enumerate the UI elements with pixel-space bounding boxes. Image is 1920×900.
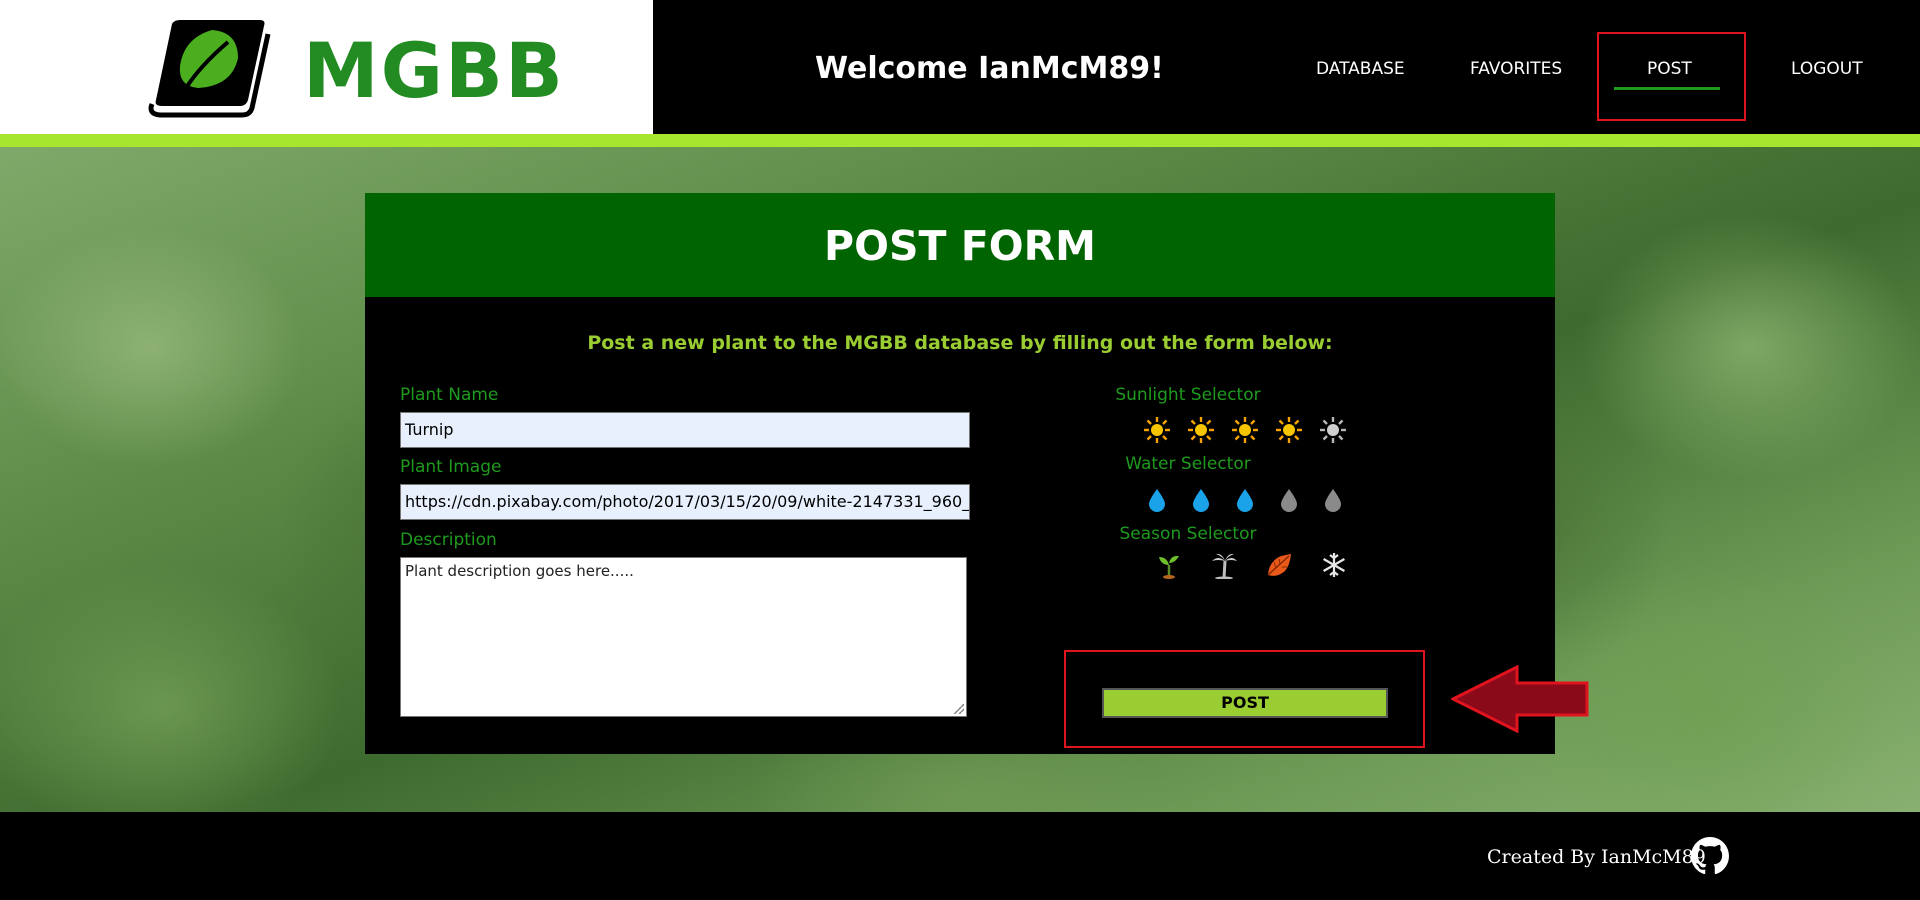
water-drop-icon-unselected[interactable]: [1267, 485, 1311, 515]
plant-image-input[interactable]: https://cdn.pixabay.com/photo/2017/03/15…: [400, 484, 970, 520]
post-button[interactable]: POST: [1102, 688, 1388, 718]
plant-image-label: Plant Image: [400, 457, 502, 477]
nav-database[interactable]: DATABASE: [1316, 58, 1405, 80]
description-text: Plant description goes here.....: [405, 562, 634, 580]
autumn-leaf-icon[interactable]: [1251, 550, 1306, 580]
sun-icon[interactable]: [1267, 415, 1311, 445]
nav-logout[interactable]: LOGOUT: [1791, 58, 1863, 80]
pointing-arrow-icon: [1451, 665, 1589, 733]
sunlight-selector: [1135, 415, 1355, 445]
description-textarea[interactable]: Plant description goes here.....: [400, 557, 967, 717]
nav-post[interactable]: POST: [1647, 58, 1692, 80]
water-drop-icon[interactable]: [1223, 485, 1267, 515]
water-drop-icon[interactable]: [1179, 485, 1223, 515]
palm-tree-icon[interactable]: [1196, 550, 1251, 580]
sun-icon-unselected[interactable]: [1311, 415, 1355, 445]
sun-icon[interactable]: [1179, 415, 1223, 445]
description-label: Description: [400, 530, 497, 550]
footer-credit: Created By IanMcM89: [1487, 846, 1706, 868]
sun-icon[interactable]: [1135, 415, 1179, 445]
book-leaf-logo-icon: [148, 20, 271, 118]
brand-name: MGBB: [303, 26, 565, 115]
season-selector: [1141, 550, 1361, 580]
water-selector: [1135, 485, 1355, 515]
water-selector-label: Water Selector: [1125, 454, 1251, 474]
github-icon[interactable]: [1691, 837, 1729, 875]
season-selector-label: Season Selector: [1119, 524, 1257, 544]
water-drop-icon[interactable]: [1135, 485, 1179, 515]
header: MGBB Welcome IanMcM89! DATABASE FAVORITE…: [0, 0, 1920, 134]
nav-active-indicator: [1614, 87, 1720, 90]
plant-name-input[interactable]: Turnip: [400, 412, 970, 448]
welcome-message: Welcome IanMcM89!: [815, 51, 1164, 86]
post-form-header: POST FORM: [365, 193, 1555, 297]
sunlight-selector-label: Sunlight Selector: [1115, 385, 1261, 405]
header-accent-strip: [0, 134, 1920, 147]
nav-favorites[interactable]: FAVORITES: [1470, 58, 1562, 80]
plant-name-label: Plant Name: [400, 385, 499, 405]
water-drop-icon-unselected[interactable]: [1311, 485, 1355, 515]
sun-icon[interactable]: [1223, 415, 1267, 445]
post-form-card: POST FORM Post a new plant to the MGBB d…: [365, 193, 1555, 754]
post-form-subtitle: Post a new plant to the MGBB database by…: [587, 332, 1333, 354]
resize-handle-icon[interactable]: [954, 704, 964, 714]
seedling-icon[interactable]: [1141, 550, 1196, 580]
snowflake-icon[interactable]: [1306, 550, 1361, 580]
post-form-title: POST FORM: [824, 222, 1096, 270]
logo-area[interactable]: MGBB: [0, 0, 653, 134]
